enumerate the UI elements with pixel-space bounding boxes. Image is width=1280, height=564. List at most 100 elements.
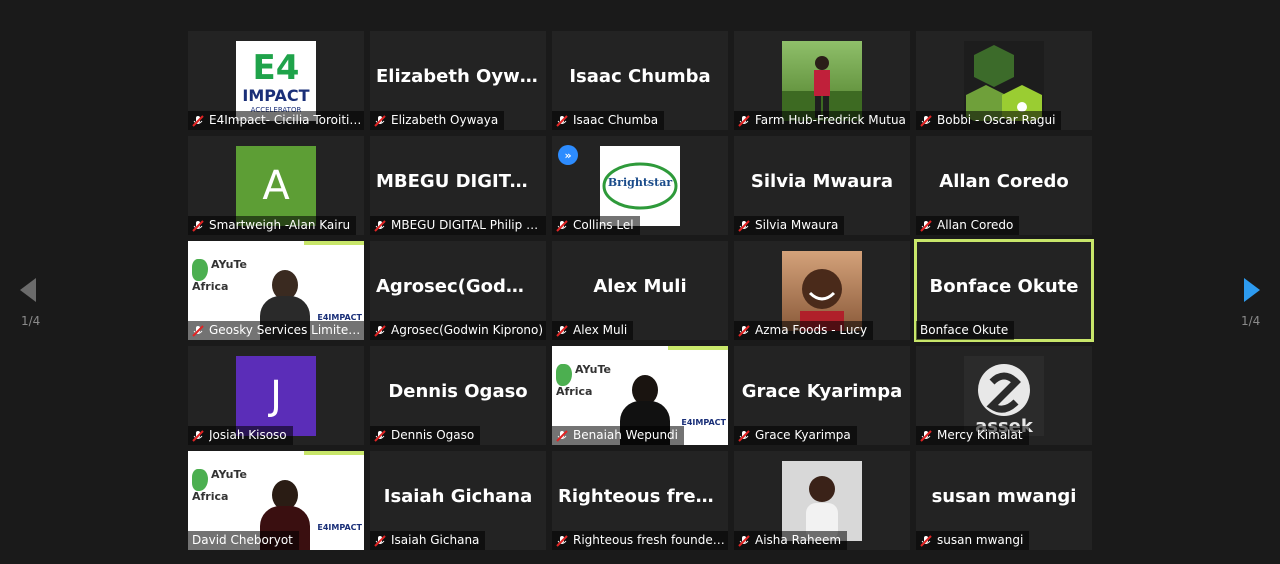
participant-name-label: Collins Lel <box>552 216 640 235</box>
ayute-banner: AYuTe Africa <box>192 468 247 503</box>
participant-tile[interactable]: susan mwangi susan mwangi <box>916 451 1092 550</box>
participant-name-label: susan mwangi <box>916 531 1030 550</box>
participant-name-label: Silvia Mwaura <box>734 216 845 235</box>
participant-display-name: MBEGU DIGITA... <box>376 171 545 192</box>
participant-tile[interactable]: Alex Muli Alex Muli <box>552 241 728 340</box>
participant-tile[interactable]: AYuTe Africa E4IMPACT David Cheboryot <box>188 451 364 550</box>
participant-tile[interactable]: Isaac Chumba Isaac Chumba <box>552 31 728 130</box>
page-indicator-right: 1/4 <box>1241 314 1261 328</box>
participant-tile[interactable]: MBEGU DIGITA... MBEGU DIGITAL Philip Si.… <box>370 136 546 235</box>
participant-name-label: Dennis Ogaso <box>370 426 481 445</box>
mic-muted-icon <box>556 324 568 337</box>
participant-name-label: Alex Muli <box>552 321 634 340</box>
mic-muted-icon <box>920 219 932 232</box>
mic-muted-icon <box>556 114 568 127</box>
video-accent-stripe <box>304 241 364 245</box>
participant-name-label: E4Impact- Cicilia Toroitich <box>188 111 364 130</box>
avatar: A <box>236 146 316 226</box>
participant-name-label: MBEGU DIGITAL Philip Si... <box>370 216 546 235</box>
participant-display-name: Isaiah Gichana <box>383 486 533 507</box>
participant-tile[interactable]: Grace Kyarimpa Grace Kyarimpa <box>734 346 910 445</box>
participant-display-name: Allan Coredo <box>939 171 1069 192</box>
assek-logo: assek <box>964 356 1044 437</box>
ayute-banner: AYuTe Africa <box>192 258 247 293</box>
participant-name-label: Grace Kyarimpa <box>734 426 857 445</box>
mic-muted-icon <box>192 219 204 232</box>
mic-muted-icon <box>556 534 568 547</box>
participant-display-name: Righteous fresh... <box>558 486 728 507</box>
profile-photo <box>782 461 862 541</box>
mic-muted-icon <box>192 114 204 127</box>
participant-name-label: Elizabeth Oywaya <box>370 111 505 130</box>
mic-muted-icon <box>556 429 568 442</box>
participant-tile[interactable]: assek Mercy Kimalat <box>916 346 1092 445</box>
participant-name-label: Benaiah Wepundi <box>552 426 685 445</box>
video-accent-stripe <box>304 451 364 455</box>
participant-tile[interactable]: Farm Hub-Fredrick Mutua <box>734 31 910 130</box>
participant-display-name: Isaac Chumba <box>569 66 711 87</box>
svg-text:E4: E4 <box>253 48 300 88</box>
mic-muted-icon <box>738 534 750 547</box>
participant-name-label: Mercy Kimalat <box>916 426 1029 445</box>
active-speaker-tile[interactable]: Bonface Okute Bonface Okute <box>914 239 1094 342</box>
participant-display-name: susan mwangi <box>931 486 1077 507</box>
brightstar-logo: Brightstar <box>600 146 680 226</box>
mic-muted-icon <box>920 429 932 442</box>
participant-display-name: Elizabeth Oywaya <box>376 66 546 87</box>
mic-muted-icon <box>920 534 932 547</box>
participant-tile[interactable]: J Josiah Kisoso <box>188 346 364 445</box>
video-accent-stripe <box>668 346 728 350</box>
mic-muted-icon <box>192 324 204 337</box>
mic-muted-icon <box>374 324 386 337</box>
mic-muted-icon <box>738 324 750 337</box>
next-page-arrow-icon[interactable] <box>1242 276 1262 304</box>
mic-muted-icon <box>192 429 204 442</box>
participant-display-name: Grace Kyarimpa <box>741 381 903 402</box>
fast-forward-icon[interactable]: » <box>558 145 578 165</box>
participant-name-label: Geosky Services Limited_... <box>188 321 364 340</box>
participant-tile[interactable]: Dennis Ogaso Dennis Ogaso <box>370 346 546 445</box>
participant-tile[interactable]: Agrosec(Godwi... Agrosec(Godwin Kiprono) <box>370 241 546 340</box>
mic-muted-icon <box>920 114 932 127</box>
mic-muted-icon <box>374 534 386 547</box>
e4impact-mark: E4IMPACT <box>317 523 362 532</box>
participant-tile[interactable]: Aisha Raheem <box>734 451 910 550</box>
participant-tile[interactable]: AYuTe Africa E4IMPACT Geosky Services Lim… <box>188 241 364 340</box>
participant-name-label: Righteous fresh founded ... <box>552 531 728 550</box>
participant-tile[interactable]: Azma Foods - Lucy <box>734 241 910 340</box>
previous-page-arrow-icon[interactable] <box>18 276 38 304</box>
mic-muted-icon <box>556 219 568 232</box>
mic-muted-icon <box>738 219 750 232</box>
mic-muted-icon <box>738 114 750 127</box>
participant-tile[interactable]: Righteous fresh... Righteous fresh found… <box>552 451 728 550</box>
ayute-banner: AYuTe Africa <box>556 363 611 398</box>
participant-name-label: Agrosec(Godwin Kiprono) <box>370 321 546 340</box>
participant-name-label: Isaac Chumba <box>552 111 665 130</box>
participant-tile[interactable]: Isaiah Gichana Isaiah Gichana <box>370 451 546 550</box>
mic-muted-icon <box>374 114 386 127</box>
participant-name-label: Bobbi - Oscar Ragui <box>916 111 1062 130</box>
participant-tile[interactable]: Elizabeth Oywaya Elizabeth Oywaya <box>370 31 546 130</box>
participant-tile[interactable]: AYuTe Africa E4IMPACT Benaiah Wepundi <box>552 346 728 445</box>
svg-text:Brightstar: Brightstar <box>608 176 672 189</box>
participant-name-label: Azma Foods - Lucy <box>734 321 874 340</box>
participant-name-label: Smartweigh -Alan Kairu <box>188 216 357 235</box>
avatar: J <box>236 356 316 436</box>
mic-muted-icon <box>374 429 386 442</box>
page-indicator-left: 1/4 <box>21 314 41 328</box>
participant-tile[interactable]: Bobbi - Oscar Ragui <box>916 31 1092 130</box>
participant-tile[interactable]: E4 IMPACT ACCELERATOR E4Impact- Cicilia … <box>188 31 364 130</box>
participant-name-label: David Cheboryot <box>188 531 299 550</box>
participant-tile[interactable]: » Brightstar Collins Lel <box>552 136 728 235</box>
mic-muted-icon <box>374 219 386 232</box>
participant-name-label: Bonface Okute <box>916 321 1015 340</box>
participant-name-label: Farm Hub-Fredrick Mutua <box>734 111 910 130</box>
participant-display-name: Agrosec(Godwi... <box>376 276 546 297</box>
participant-display-name: Dennis Ogaso <box>388 381 528 402</box>
africa-map-icon <box>556 364 572 386</box>
participant-name-label: Allan Coredo <box>916 216 1020 235</box>
participant-tile[interactable]: Silvia Mwaura Silvia Mwaura <box>734 136 910 235</box>
participant-tile[interactable]: A Smartweigh -Alan Kairu <box>188 136 364 235</box>
participant-name-label: Isaiah Gichana <box>370 531 486 550</box>
participant-tile[interactable]: Allan Coredo Allan Coredo <box>916 136 1092 235</box>
